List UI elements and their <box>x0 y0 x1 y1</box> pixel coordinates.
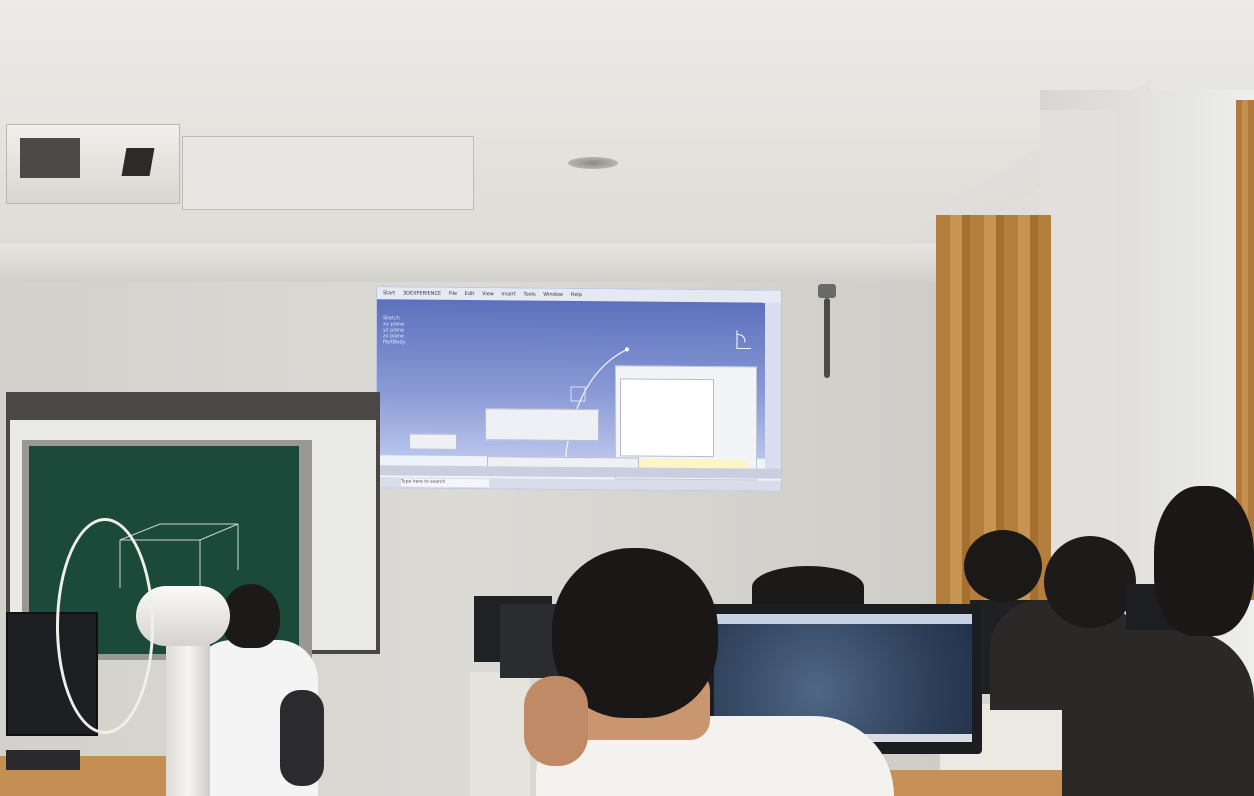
specification-tree: Sketch xy plane yz plane zx plane PartBo… <box>383 315 406 345</box>
options-list[interactable] <box>620 378 714 458</box>
student-head <box>752 566 864 608</box>
menu-item: Edit <box>464 291 475 298</box>
desk-partition <box>470 672 530 796</box>
ceiling-panel <box>182 136 474 210</box>
fan-stand <box>166 640 210 796</box>
student-head <box>1044 536 1136 628</box>
cad-viewport: Sketch xy plane yz plane zx plane PartBo… <box>377 299 765 481</box>
compass-axis-icon <box>736 330 751 350</box>
menu-item: Insert <box>501 291 516 298</box>
menu-item: Tools <box>523 291 536 298</box>
ceiling-light <box>568 157 618 169</box>
camera-cable <box>824 298 830 378</box>
windows-taskbar[interactable]: Type here to search <box>377 477 781 491</box>
desk <box>880 770 1064 796</box>
student-hand <box>524 676 588 766</box>
student-head <box>222 584 280 648</box>
air-conditioner-vent <box>121 148 155 176</box>
floating-toolbar[interactable] <box>409 433 457 450</box>
monitor-title-bar <box>714 614 972 624</box>
tree-item: PartBody <box>383 339 406 346</box>
fan-grill <box>56 518 154 734</box>
chair <box>280 690 324 786</box>
floating-toolbar[interactable] <box>485 408 599 442</box>
keyboard <box>6 750 80 770</box>
computer-monitor <box>500 604 560 678</box>
taskbar-search[interactable]: Type here to search <box>401 478 489 488</box>
cctv-camera <box>818 284 836 298</box>
right-toolbar[interactable] <box>765 302 781 471</box>
student-head <box>1154 486 1254 636</box>
student-head <box>964 530 1042 602</box>
student <box>1062 630 1254 796</box>
menu-item: Start <box>383 290 396 297</box>
projected-screen: Start 3DEXPERIENCE File Edit View Insert… <box>376 286 782 492</box>
air-conditioner-grille <box>20 138 80 178</box>
ceiling-band <box>0 244 940 282</box>
menu-item: 3DEXPERIENCE <box>402 290 442 297</box>
menu-item: Help <box>570 291 582 299</box>
menu-item: Window <box>543 291 563 298</box>
bottom-toolbar[interactable] <box>377 465 781 479</box>
menu-item: View <box>481 291 494 298</box>
wall-pillar <box>1040 110 1115 560</box>
menu-item: File <box>448 290 458 297</box>
